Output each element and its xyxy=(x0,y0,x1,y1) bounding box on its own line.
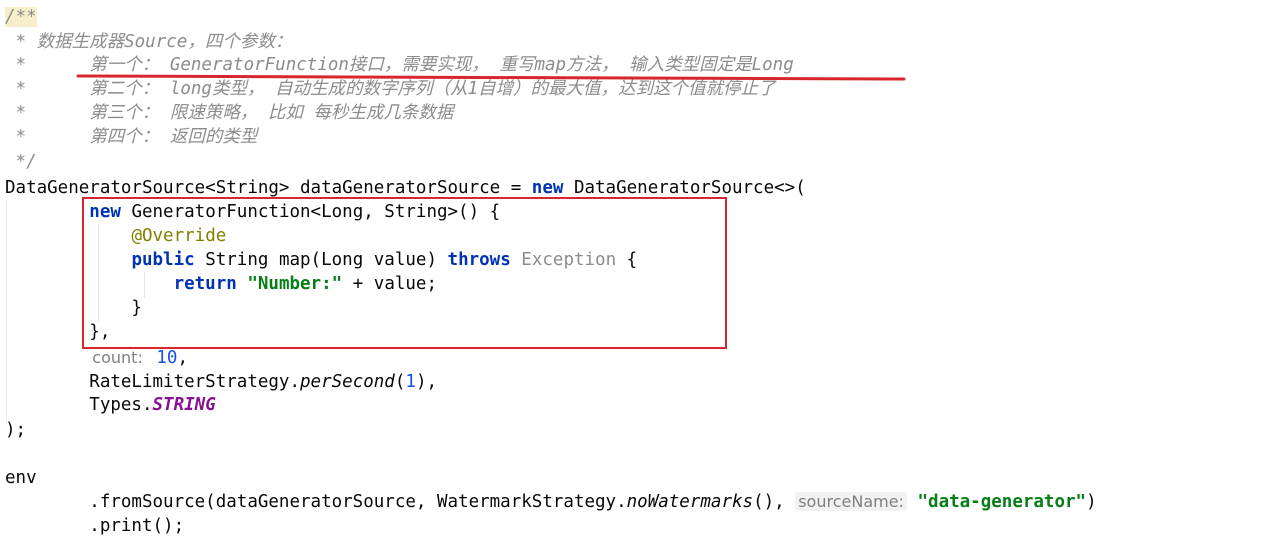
underline-mark xyxy=(76,74,906,81)
code-editor[interactable]: /** * 数据生成器Source，四个参数： * 第一个： Generator… xyxy=(0,0,1279,536)
